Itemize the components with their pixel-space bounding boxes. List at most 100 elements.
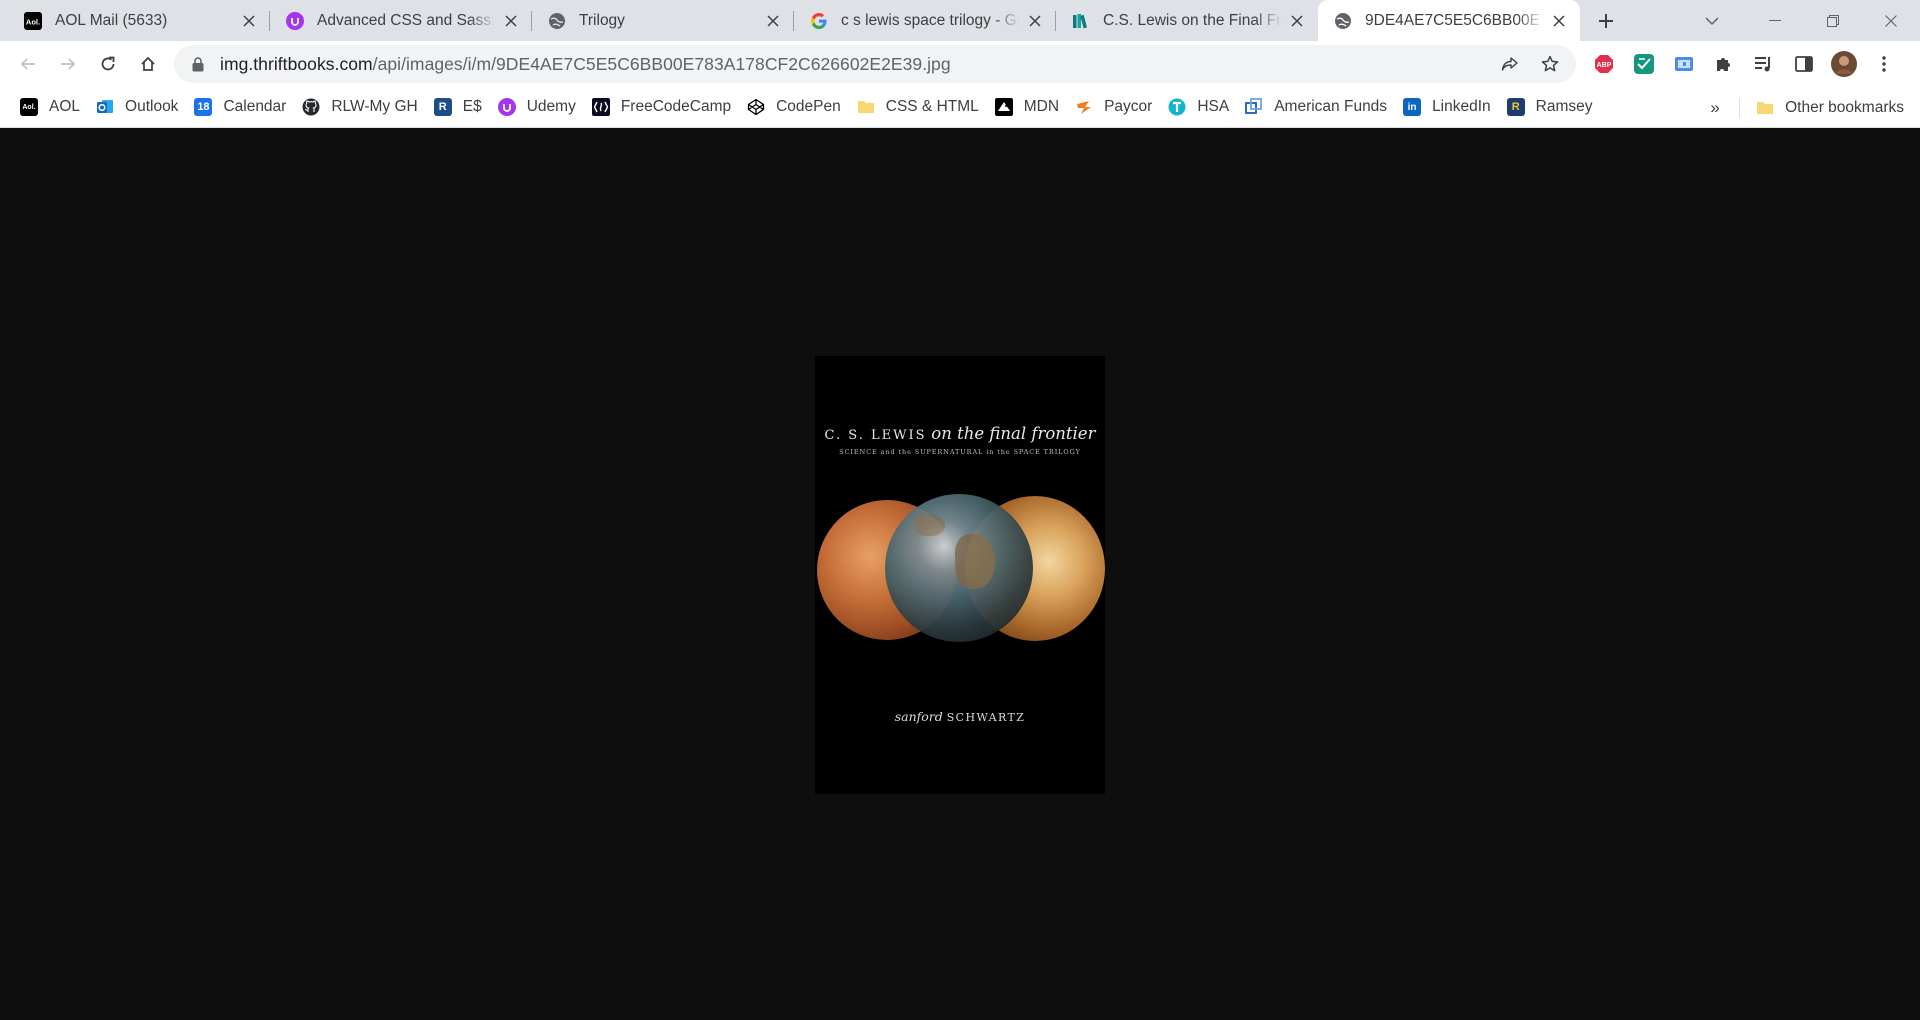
minimize-icon — [1769, 19, 1781, 21]
minimize-button[interactable] — [1746, 0, 1804, 41]
close-icon[interactable] — [1550, 12, 1568, 30]
arrow-left-icon — [20, 58, 35, 70]
bookmark-american-funds[interactable]: American Funds — [1237, 91, 1395, 123]
bookmark-star-button[interactable] — [1530, 45, 1570, 83]
bookmark-label: CSS & HTML — [885, 98, 979, 115]
tab-image-active[interactable]: 9DE4AE7C5E5C6BB00E783A178CF2C626602E2E39… — [1318, 0, 1580, 41]
close-icon[interactable] — [240, 12, 258, 30]
bookmark-udemy[interactable]: Udemy — [490, 91, 584, 123]
url-text[interactable]: img.thriftbooks.com/api/images/i/m/9DE4A… — [220, 54, 951, 75]
bookmark-label: HSA — [1197, 98, 1230, 115]
codepen-icon — [747, 98, 765, 116]
cover-author: sanford SCHWARTZ — [815, 709, 1105, 724]
tab-final-frontier[interactable]: C.S. Lewis on the Final Frontier — [1056, 0, 1318, 41]
bookmark-paycor[interactable]: Paycor — [1067, 91, 1160, 123]
other-bookmarks-folder[interactable]: Other bookmarks — [1748, 92, 1912, 124]
bookmark-codepen[interactable]: CodePen — [739, 91, 849, 123]
tab-strip: Aol. AOL Mail (5633) Advanced CSS and Sa… — [0, 0, 1920, 41]
share-button[interactable] — [1490, 45, 1530, 83]
close-icon[interactable] — [1288, 12, 1306, 30]
cover-title: C. S. LEWIS on the final frontier — [815, 424, 1105, 443]
bookmark-outlook[interactable]: Outlook — [88, 91, 186, 123]
lock-icon[interactable] — [190, 56, 206, 72]
bookmark-label: American Funds — [1274, 98, 1388, 115]
arrow-right-icon — [61, 58, 76, 70]
tab-trilogy[interactable]: Trilogy — [532, 0, 794, 41]
window-controls — [1746, 0, 1920, 41]
address-bar[interactable]: img.thriftbooks.com/api/images/i/m/9DE4A… — [174, 45, 1576, 83]
image-viewer: C. S. LEWIS on the final frontier SCIENC… — [0, 128, 1920, 1020]
omnibox-actions — [1490, 45, 1570, 83]
menu-button[interactable] — [1864, 44, 1904, 84]
bookmark-freecodecamp[interactable]: FreeCodeCamp — [584, 91, 739, 123]
outlook-icon — [96, 98, 114, 116]
cover-author-first: sanford — [894, 709, 943, 724]
tab-google-search[interactable]: c s lewis space trilogy - Google Search — [794, 0, 1056, 41]
avatar[interactable] — [1824, 44, 1864, 84]
freecodecamp-icon — [591, 98, 610, 116]
bookmark-aol[interactable]: Aol. AOL — [12, 91, 88, 123]
globe-icon — [548, 12, 566, 30]
bookmark-label: LinkedIn — [1432, 98, 1491, 115]
bookmark-label: Ramsey — [1535, 98, 1593, 115]
checklist-icon[interactable] — [1624, 44, 1664, 84]
tab-title: c s lewis space trilogy - Google Search — [841, 11, 1020, 29]
aol-icon: Aol. — [24, 11, 42, 30]
other-bookmarks-label: Other bookmarks — [1785, 98, 1904, 116]
tab-title: Trilogy — [579, 11, 625, 29]
close-icon[interactable] — [764, 12, 782, 30]
bookmark-hsa[interactable]: HSA — [1160, 91, 1237, 123]
book-cover-image[interactable]: C. S. LEWIS on the final frontier SCIENC… — [815, 356, 1105, 794]
sidepanel-icon[interactable] — [1784, 44, 1824, 84]
folder-icon — [857, 98, 875, 116]
svg-text:Aol.: Aol. — [26, 17, 40, 26]
tab-search-button[interactable] — [1692, 0, 1732, 41]
tab-aol-mail[interactable]: Aol. AOL Mail (5633) — [8, 0, 270, 41]
paycor-icon — [1075, 98, 1093, 116]
bookmark-label: AOL — [49, 98, 81, 115]
home-icon — [141, 56, 155, 71]
chevron-down-icon — [1705, 16, 1719, 25]
bookmark-github[interactable]: RLW-My GH — [294, 91, 425, 123]
bookmark-calendar[interactable]: 18 Calendar — [186, 91, 294, 123]
bookmark-label: E$ — [462, 98, 482, 115]
media-icon[interactable] — [1744, 44, 1784, 84]
google-icon — [810, 12, 828, 30]
url-host: img.thriftbooks.com — [220, 53, 373, 74]
reload-button[interactable] — [88, 44, 128, 84]
bookmarks-right: » Other bookmarks — [1699, 87, 1912, 128]
home-button[interactable] — [128, 44, 168, 84]
bookmark-folder-css-html[interactable]: CSS & HTML — [849, 91, 987, 123]
restore-button[interactable] — [1804, 0, 1862, 41]
screen-icon[interactable] — [1664, 44, 1704, 84]
bookmark-label: RLW-My GH — [331, 98, 418, 115]
close-window-button[interactable] — [1862, 0, 1920, 41]
bookmark-linkedin[interactable]: in LinkedIn — [1395, 91, 1499, 123]
close-icon[interactable] — [502, 12, 520, 30]
american-funds-icon — [1245, 98, 1263, 116]
calendar-icon: 18 — [194, 98, 213, 116]
back-button[interactable] — [8, 44, 48, 84]
share-icon — [1501, 57, 1518, 71]
cover-author-last: SCHWARTZ — [946, 711, 1026, 724]
bookmark-label: FreeCodeCamp — [620, 98, 732, 115]
forward-button[interactable] — [48, 44, 88, 84]
puzzle-icon[interactable] — [1704, 44, 1744, 84]
plus-icon — [1599, 13, 1613, 28]
url-path: /api/images/i/m/9DE4AE7C5E5C6BB00E783A17… — [372, 53, 951, 74]
bookmarks-overflow-button[interactable]: » — [1699, 92, 1731, 124]
close-icon[interactable] — [1026, 12, 1044, 30]
tab-advanced-css[interactable]: Advanced CSS and Sass: Flexbox — [270, 0, 532, 41]
hsa-icon — [1168, 98, 1186, 116]
mdn-icon — [994, 98, 1013, 116]
udemy-icon — [286, 11, 304, 30]
svg-text:ABP: ABP — [1597, 62, 1612, 69]
bookmark-ramsey[interactable]: R Ramsey — [1499, 91, 1601, 123]
bookmark-label: Paycor — [1104, 98, 1153, 115]
new-tab-button[interactable] — [1586, 0, 1626, 41]
bookmark-mdn[interactable]: MDN — [987, 91, 1067, 123]
bookmark-e-dollar[interactable]: R E$ — [426, 91, 490, 123]
abp-icon[interactable]: ABP — [1584, 44, 1624, 84]
bookmarks-bar: Aol. AOL Outlook 18 Calendar RLW-My GH R… — [0, 87, 1920, 128]
kebab-menu-icon — [1882, 56, 1886, 72]
